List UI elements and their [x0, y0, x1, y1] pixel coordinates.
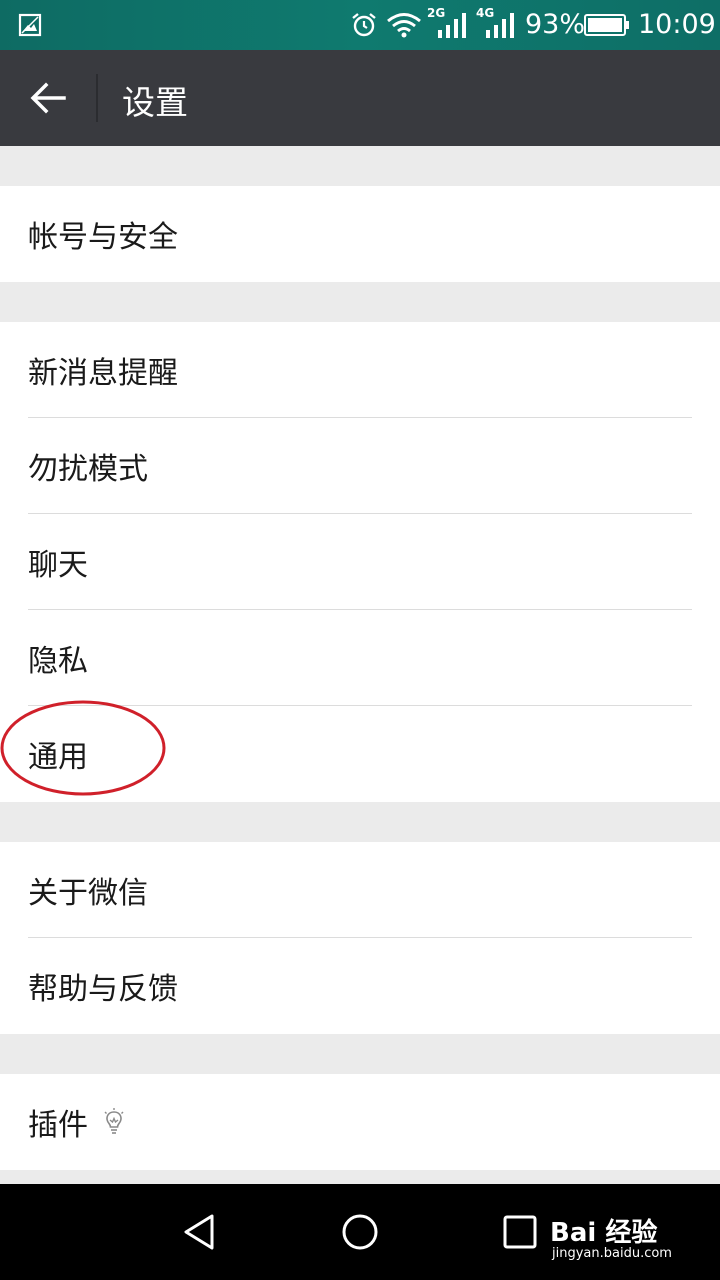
status-bar: 2G 4G 93% 10:09 [0, 0, 720, 50]
lightbulb-icon [104, 1108, 124, 1134]
settings-item-label: 隐私 [28, 644, 88, 679]
settings-item-privacy[interactable]: 隐私 [0, 610, 720, 706]
baidu-jingyan-watermark: Bai 经验 jingyan.baidu.com [550, 1212, 672, 1261]
page-title: 设置 [122, 83, 188, 122]
screen: 2G 4G 93% 10:09 设置 帐号与安全 新消息提醒 勿扰模式 聊天 隐… [0, 0, 720, 1280]
settings-item-plugins[interactable]: 插件 [0, 1074, 720, 1170]
settings-item-notifications[interactable]: 新消息提醒 [0, 322, 720, 418]
alarm-icon [352, 13, 376, 37]
signal-2g-icon [438, 13, 466, 38]
toolbar-divider [96, 74, 98, 122]
wifi-icon [387, 13, 421, 38]
battery-percent: 93% [525, 9, 586, 40]
highlight-circle [0, 700, 166, 796]
watermark-url: jingyan.baidu.com [552, 1246, 672, 1261]
settings-item-label: 关于微信 [28, 876, 148, 911]
settings-item-label: 勿扰模式 [28, 452, 148, 487]
gallery-icon [18, 13, 42, 37]
nav-back-icon[interactable] [180, 1212, 220, 1252]
settings-item-label: 帐号与安全 [28, 220, 178, 255]
settings-group-plugins: 插件 [0, 1074, 720, 1170]
settings-item-about-wechat[interactable]: 关于微信 [0, 842, 720, 938]
signal-4g-icon [486, 13, 514, 38]
clock: 10:09 [638, 9, 716, 40]
watermark-brand: Bai 经验 [550, 1218, 658, 1248]
toolbar: 设置 [0, 50, 720, 146]
settings-item-help-feedback[interactable]: 帮助与反馈 [0, 938, 720, 1034]
settings-item-account-security[interactable]: 帐号与安全 [0, 186, 720, 282]
settings-group-about: 关于微信 帮助与反馈 [0, 842, 720, 1034]
back-button[interactable] [16, 66, 80, 130]
settings-group-account: 帐号与安全 [0, 186, 720, 282]
settings-item-chat[interactable]: 聊天 [0, 514, 720, 610]
settings-item-label: 帮助与反馈 [28, 972, 178, 1007]
settings-item-label: 聊天 [28, 548, 88, 583]
nav-home-icon[interactable] [340, 1212, 380, 1252]
settings-item-label: 新消息提醒 [28, 356, 178, 391]
nav-recent-icon[interactable] [502, 1214, 538, 1250]
settings-item-label: 插件 [28, 1108, 88, 1143]
battery-icon [584, 14, 629, 36]
settings-item-do-not-disturb[interactable]: 勿扰模式 [0, 418, 720, 514]
arrow-left-icon [30, 82, 66, 114]
